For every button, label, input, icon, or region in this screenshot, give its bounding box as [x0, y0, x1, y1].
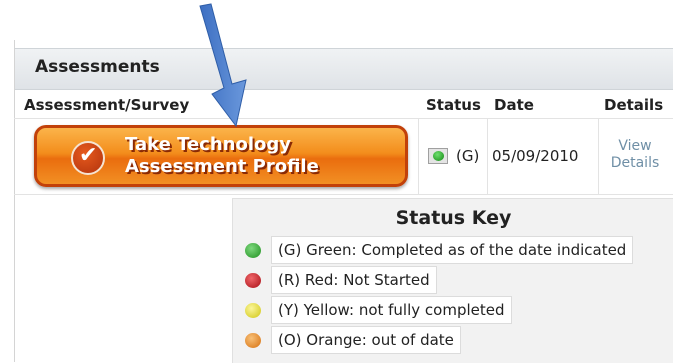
down-arrow-icon	[199, 3, 247, 128]
